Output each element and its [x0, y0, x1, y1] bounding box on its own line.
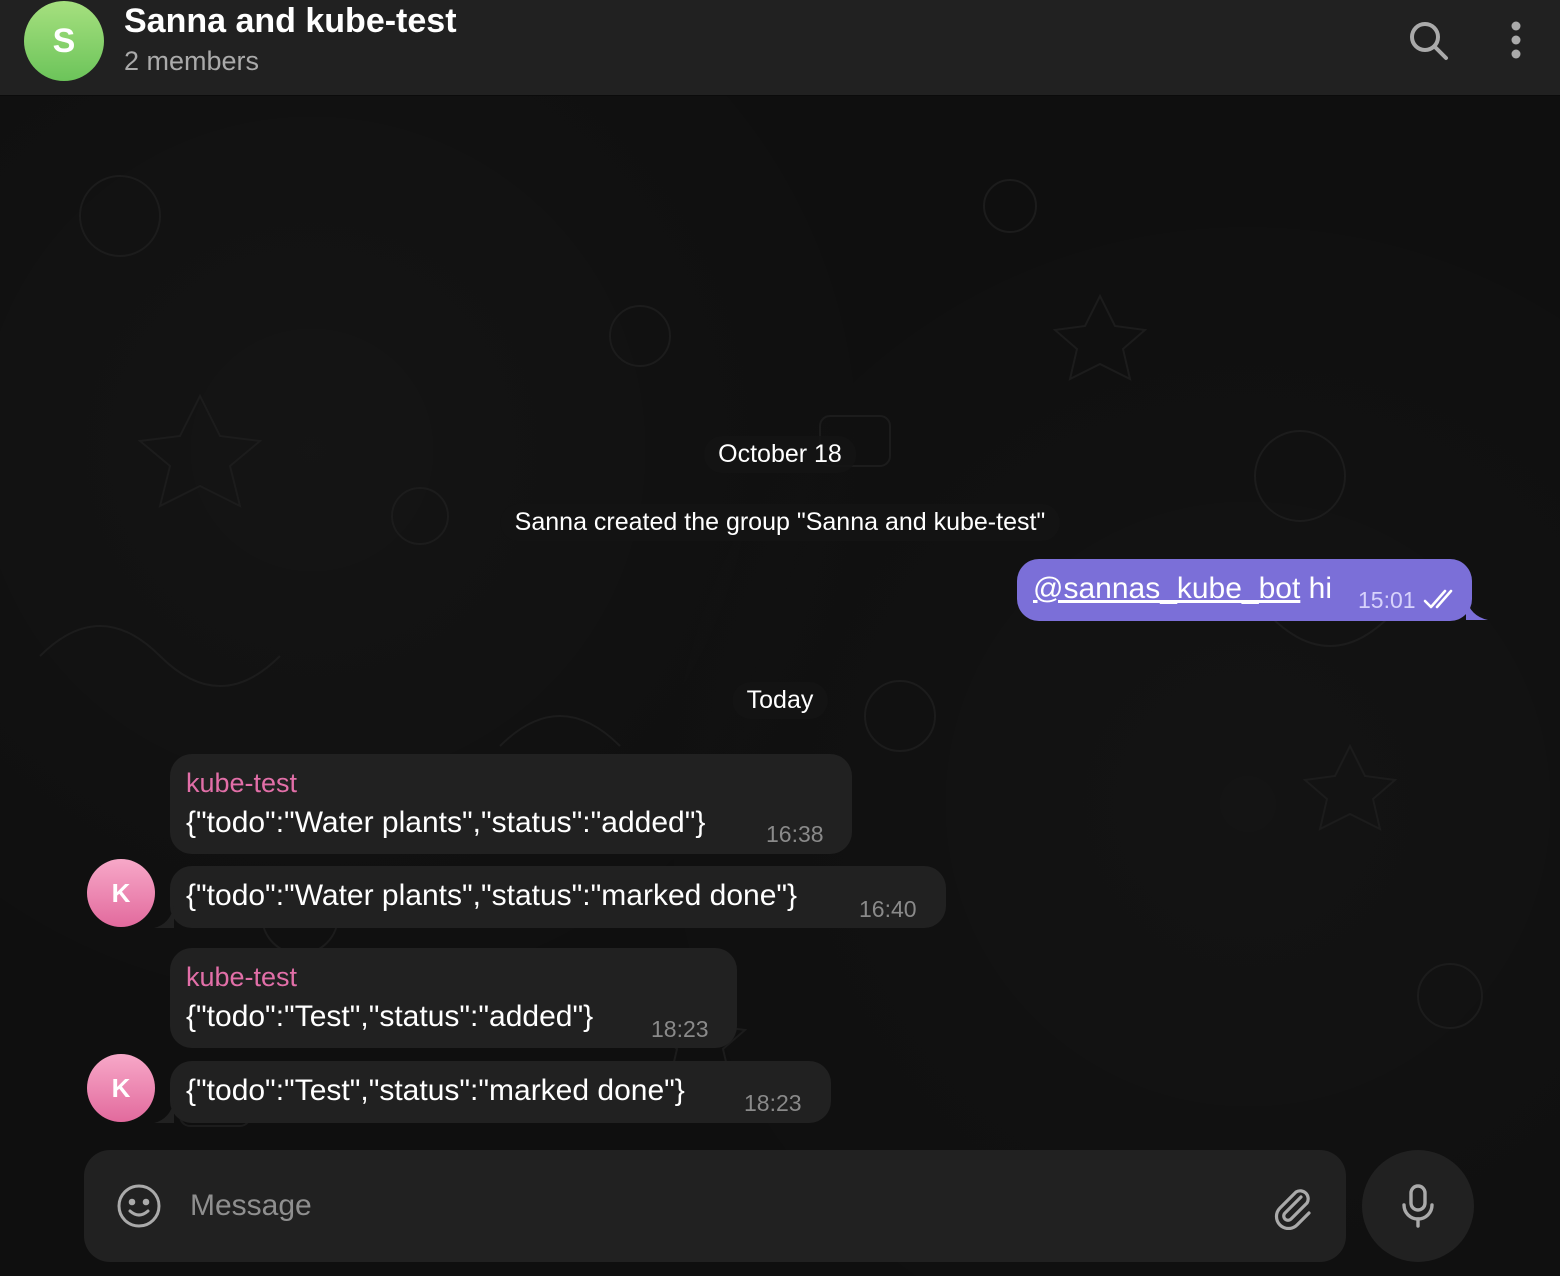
message-text: {"todo":"Water plants","status":"added"}	[186, 806, 706, 839]
outgoing-message[interactable]: @sannas_kube_bot hi 15:01	[1017, 559, 1472, 621]
message-time: 18:23	[744, 1090, 802, 1116]
microphone-icon	[1402, 1184, 1434, 1228]
member-count[interactable]: 2 members	[124, 46, 259, 77]
incoming-message[interactable]: {"todo":"Water plants","status":"marked …	[170, 866, 946, 928]
message-time: 15:01	[1358, 587, 1416, 613]
bubble-tail	[154, 1101, 174, 1123]
sender-name[interactable]: kube-test	[186, 962, 297, 993]
member-avatar[interactable]: K	[87, 1054, 155, 1122]
date-separator: Today	[732, 682, 828, 719]
search-icon[interactable]	[1406, 18, 1450, 62]
message-input[interactable]	[188, 1188, 1192, 1224]
group-avatar-letter: S	[52, 21, 76, 60]
read-double-check-icon	[1423, 589, 1453, 609]
message-text: {"todo":"Test","status":"marked done"}	[186, 1074, 685, 1107]
service-message-group-created: Sanna created the group "Sanna and kube-…	[500, 504, 1060, 541]
sender-name[interactable]: kube-test	[186, 768, 297, 799]
group-avatar[interactable]: S	[24, 1, 104, 81]
message-text: hi	[1300, 572, 1333, 605]
more-vertical-icon[interactable]	[1494, 18, 1538, 62]
bot-mention-link[interactable]: @sannas_kube_bot	[1033, 572, 1300, 605]
incoming-message[interactable]: kube-test {"todo":"Water plants","status…	[170, 754, 852, 854]
emoji-icon[interactable]	[116, 1183, 162, 1229]
message-text: {"todo":"Water plants","status":"marked …	[186, 879, 798, 912]
message-composer	[84, 1150, 1346, 1262]
message-time: 16:38	[766, 821, 824, 847]
chat-title[interactable]: Sanna and kube-test	[124, 2, 457, 41]
microphone-button[interactable]	[1362, 1150, 1474, 1262]
message-time: 16:40	[859, 896, 917, 922]
member-avatar-letter: K	[111, 877, 131, 908]
incoming-message[interactable]: kube-test {"todo":"Test","status":"added…	[170, 948, 737, 1048]
bubble-tail	[154, 906, 174, 928]
chat-header: S Sanna and kube-test 2 members	[0, 0, 1560, 96]
message-text: {"todo":"Test","status":"added"}	[186, 1000, 594, 1033]
member-avatar-letter: K	[111, 1072, 131, 1103]
bubble-tail	[1466, 598, 1488, 620]
message-time: 18:23	[651, 1016, 709, 1042]
incoming-message[interactable]: {"todo":"Test","status":"marked done"} 1…	[170, 1061, 831, 1123]
paperclip-icon[interactable]	[1268, 1182, 1316, 1230]
member-avatar[interactable]: K	[87, 859, 155, 927]
date-separator: October 18	[704, 436, 856, 473]
